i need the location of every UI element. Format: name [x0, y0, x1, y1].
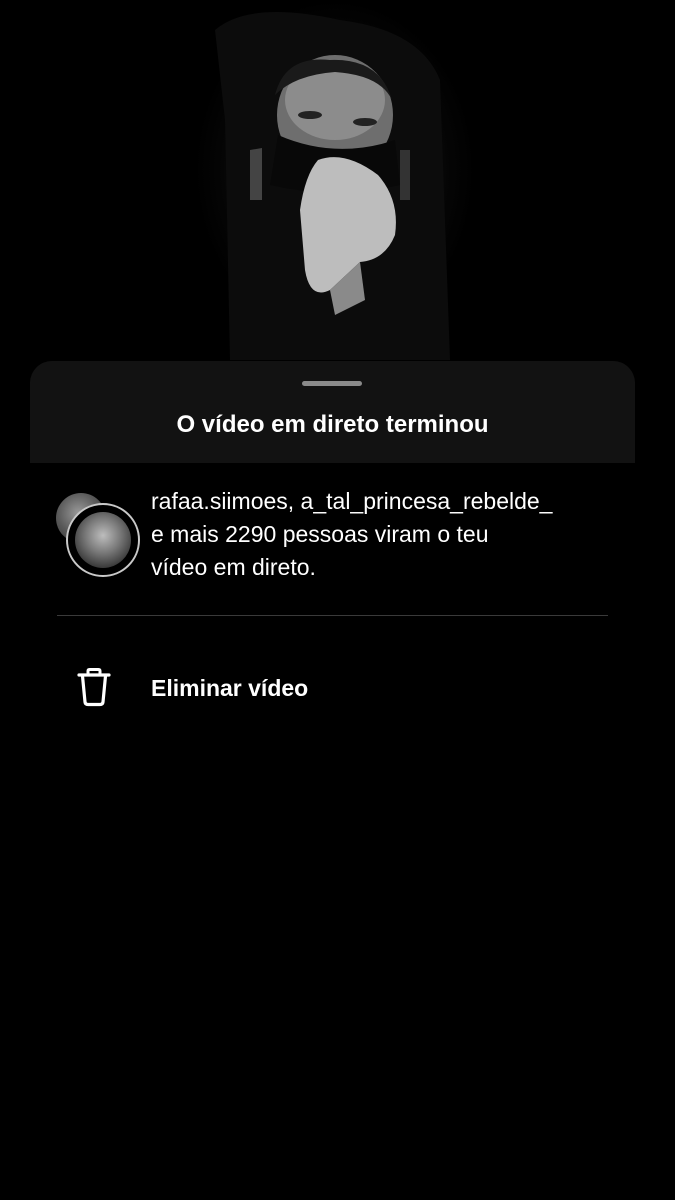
delete-video-button[interactable]: Eliminar vídeo: [0, 653, 675, 725]
viewer-avatars[interactable]: [56, 493, 138, 575]
viewer-count-text: e mais 2290 pessoas viram o teu: [151, 521, 489, 547]
viewers-summary[interactable]: rafaa.siimoes, a_tal_princesa_rebelde_ e…: [151, 485, 621, 584]
bottom-sheet-header: O vídeo em direto terminou: [30, 361, 635, 464]
bottom-sheet-body: rafaa.siimoes, a_tal_princesa_rebelde_ e…: [0, 463, 675, 1200]
divider: [57, 615, 608, 616]
viewer-names: rafaa.siimoes, a_tal_princesa_rebelde_: [151, 488, 553, 514]
sheet-title: O vídeo em direto terminou: [176, 411, 489, 438]
viewer-count-text-2: vídeo em direto.: [151, 554, 316, 580]
screen: O vídeo em direto terminou rafaa.siimoes…: [0, 0, 675, 1200]
delete-video-label: Eliminar vídeo: [151, 675, 309, 701]
avatar: [68, 505, 138, 575]
live-video-background: [0, 0, 675, 380]
person-silhouette-image: [215, 12, 450, 360]
drag-handle[interactable]: [302, 381, 362, 386]
trash-icon: [77, 668, 111, 707]
